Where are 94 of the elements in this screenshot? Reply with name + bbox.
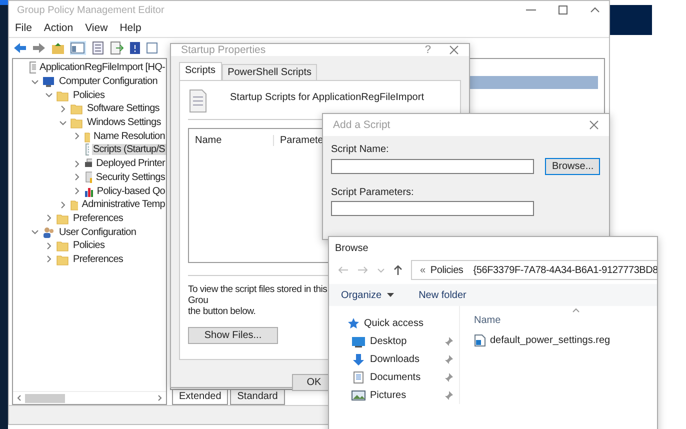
nav-item[interactable]: Desktop xyxy=(370,336,441,346)
sort-caret-icon[interactable] xyxy=(572,308,580,313)
expander-icon[interactable] xyxy=(45,242,53,250)
help-icon[interactable] xyxy=(129,41,141,55)
maximize-icon[interactable] xyxy=(557,5,569,15)
field-label: Script Parameters: xyxy=(331,187,415,198)
export-icon[interactable] xyxy=(110,41,124,55)
desktop-background xyxy=(610,5,652,35)
pin-icon[interactable] xyxy=(445,336,453,346)
view-tab[interactable]: Standard xyxy=(230,390,285,405)
up-arrow-icon[interactable] xyxy=(393,264,403,276)
script-name-field[interactable] xyxy=(331,159,534,174)
tree-item[interactable]: ApplicationRegFileImport [HQ- xyxy=(38,62,166,74)
menu-item[interactable]: File xyxy=(15,22,32,34)
field-label: Script Name: xyxy=(331,144,390,155)
expander-icon[interactable] xyxy=(45,255,53,264)
lock-document-icon xyxy=(84,170,92,184)
nav-item[interactable]: Downloads xyxy=(370,354,441,364)
help-button[interactable]: ? xyxy=(424,44,431,56)
tree-item[interactable]: Software Settings xyxy=(86,103,160,114)
tree-item[interactable]: Policy-based Qo xyxy=(96,186,166,197)
tree-item[interactable]: Policies xyxy=(72,240,106,252)
close-icon[interactable] xyxy=(449,45,459,55)
close-icon[interactable] xyxy=(589,120,599,130)
window-title: Group Policy Management Editor xyxy=(17,4,166,16)
tree-item[interactable]: Policies xyxy=(72,90,106,101)
dialog-title: Startup Properties xyxy=(181,44,267,56)
tree-item[interactable]: User Configuration xyxy=(58,226,138,238)
pin-icon[interactable] xyxy=(445,390,453,400)
show-files-button[interactable]: Show Files... xyxy=(188,327,278,344)
nav-item[interactable]: Pictures xyxy=(370,390,441,400)
expander-icon[interactable] xyxy=(31,228,39,236)
path-segment[interactable]: Policies xyxy=(430,264,464,276)
tree-item[interactable]: Computer Configuration xyxy=(58,76,158,88)
tree-item[interactable]: Name Resolution xyxy=(92,130,166,142)
section-heading: Startup Scripts for ApplicationRegFileImport xyxy=(230,92,424,102)
tree-item[interactable]: Deployed Printer xyxy=(95,158,166,170)
pin-icon[interactable] xyxy=(445,354,453,364)
tree-item[interactable]: Scripts (Startup/S xyxy=(92,144,166,156)
tree-item[interactable]: Security Settings xyxy=(94,172,166,183)
users-icon xyxy=(42,226,55,239)
expander-icon[interactable] xyxy=(73,187,81,196)
expander-icon[interactable] xyxy=(59,200,67,209)
expander-icon[interactable] xyxy=(45,91,53,100)
dialog-tab[interactable]: Scripts xyxy=(179,62,222,80)
tree-item[interactable]: Preferences xyxy=(72,212,124,224)
overflow-button[interactable]: « xyxy=(420,264,426,276)
pin-icon[interactable] xyxy=(445,372,453,382)
properties-icon[interactable] xyxy=(91,41,105,55)
horizontal-scrollbar[interactable] xyxy=(13,391,166,404)
back-arrow-icon[interactable] xyxy=(13,42,27,54)
expander-icon[interactable] xyxy=(59,104,67,113)
tree-item[interactable]: Administrative Temp xyxy=(80,199,166,210)
expander-icon[interactable] xyxy=(31,78,39,86)
tree-item[interactable]: Preferences xyxy=(72,254,124,265)
script-parameters-field[interactable] xyxy=(331,201,534,216)
dialog-title: Browse xyxy=(335,242,368,254)
info-text: the button below. xyxy=(188,306,257,317)
expander-icon[interactable] xyxy=(59,118,67,127)
dropdown-arrow-icon[interactable] xyxy=(386,292,394,298)
expander-icon[interactable] xyxy=(73,160,81,168)
forward-arrow-icon[interactable] xyxy=(32,42,46,54)
scrollbar-thumb[interactable] xyxy=(25,394,65,402)
organize-menu[interactable]: Organize xyxy=(341,290,382,300)
file-name[interactable]: default_power_settings.reg xyxy=(490,335,610,346)
panel-icon[interactable] xyxy=(146,41,158,55)
browse-button[interactable]: Browse... xyxy=(545,158,600,175)
scroll-left-icon[interactable] xyxy=(16,394,22,402)
view-tab[interactable]: Extended xyxy=(172,390,228,405)
menu-item[interactable]: Help xyxy=(120,22,142,34)
nav-item[interactable]: Quick access xyxy=(364,318,459,328)
expander-icon[interactable] xyxy=(45,214,53,222)
column-header[interactable]: Paramete xyxy=(274,134,324,146)
picture-icon xyxy=(351,388,366,402)
expander-icon[interactable] xyxy=(73,173,81,182)
column-header[interactable]: Name xyxy=(474,315,501,326)
download-arrow-icon xyxy=(351,352,366,366)
column-header[interactable]: Name xyxy=(189,134,274,146)
expander-icon[interactable] xyxy=(73,132,81,140)
dialog-tab[interactable]: PowerShell Scripts xyxy=(222,64,318,80)
folder-up-icon[interactable] xyxy=(51,41,65,55)
monitor-icon xyxy=(351,334,366,348)
nav-item[interactable]: Documents xyxy=(370,372,441,382)
scroll-right-icon[interactable] xyxy=(157,394,163,402)
tree-item[interactable]: Windows Settings xyxy=(86,117,162,128)
dialog-title: Add a Script xyxy=(333,119,392,131)
show-tree-icon[interactable] xyxy=(70,41,86,55)
caret-icon[interactable] xyxy=(589,5,601,15)
menu-item[interactable]: Action xyxy=(44,22,74,34)
menu-item[interactable]: View xyxy=(85,22,108,34)
star-icon xyxy=(347,316,360,330)
computer-icon xyxy=(42,75,55,88)
new-folder-button[interactable]: New folder xyxy=(418,290,466,300)
registry-file-icon xyxy=(474,334,486,347)
